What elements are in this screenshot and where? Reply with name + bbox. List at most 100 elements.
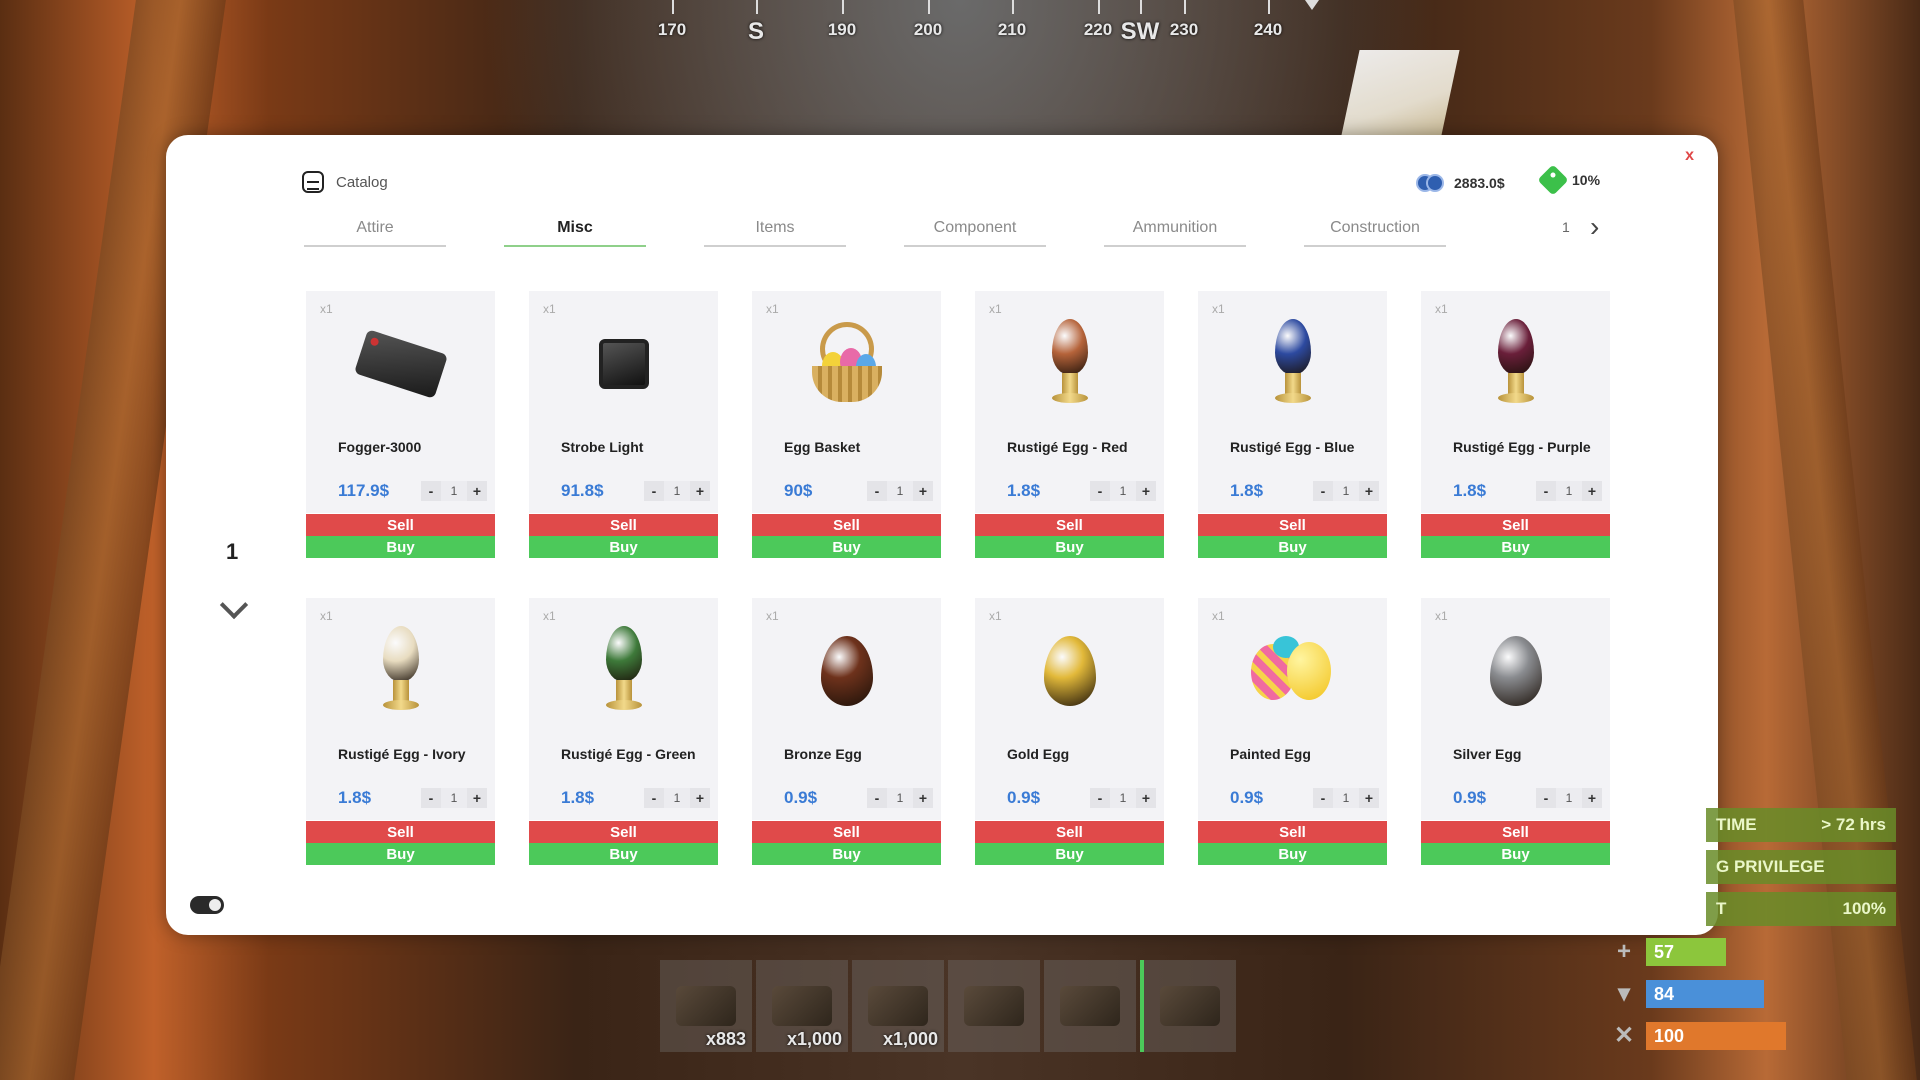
quantity-input[interactable]: 1 xyxy=(664,481,690,501)
quantity-input[interactable]: 1 xyxy=(887,788,913,808)
buy-button[interactable]: Buy xyxy=(1198,536,1387,558)
tab-items[interactable]: Items xyxy=(704,219,846,247)
quantity-input[interactable]: 1 xyxy=(1333,481,1359,501)
compass-tick xyxy=(1140,0,1142,14)
item-name: Rustigé Egg - Red xyxy=(1007,439,1128,455)
balance-display: 2883.0$ xyxy=(1416,173,1505,193)
increment-button[interactable]: + xyxy=(1582,788,1602,808)
buy-button[interactable]: Buy xyxy=(529,843,718,865)
item-quantity: x1 xyxy=(320,302,333,316)
hotbar-slot[interactable]: x1,000 xyxy=(756,960,848,1052)
increment-button[interactable]: + xyxy=(1136,481,1156,501)
increment-button[interactable]: + xyxy=(913,788,933,808)
buy-button[interactable]: Buy xyxy=(306,843,495,865)
tab-ammunition[interactable]: Ammunition xyxy=(1104,219,1246,247)
quantity-input[interactable]: 1 xyxy=(1556,788,1582,808)
sell-button[interactable]: Sell xyxy=(306,821,495,843)
quantity-input[interactable]: 1 xyxy=(441,788,467,808)
decrement-button[interactable]: - xyxy=(1090,788,1110,808)
quantity-input[interactable]: 1 xyxy=(1333,788,1359,808)
decrement-button[interactable]: - xyxy=(421,788,441,808)
decrement-button[interactable]: - xyxy=(421,481,441,501)
item-card-body: x1 Rustigé Egg - Green 1.8$ -1 + xyxy=(529,598,718,820)
item-icon xyxy=(1160,986,1220,1026)
decrement-button[interactable]: - xyxy=(1536,788,1556,808)
hud-status-row: TIME > 72 hrs xyxy=(1706,808,1896,842)
sell-button[interactable]: Sell xyxy=(529,821,718,843)
buy-button[interactable]: Buy xyxy=(306,536,495,558)
decrement-button[interactable]: - xyxy=(644,481,664,501)
buy-button[interactable]: Buy xyxy=(752,536,941,558)
egg-icon xyxy=(1489,636,1542,706)
chevron-right-icon[interactable]: › xyxy=(1590,213,1599,241)
buy-button[interactable]: Buy xyxy=(975,536,1164,558)
increment-button[interactable]: + xyxy=(690,788,710,808)
item-image xyxy=(353,319,448,409)
buy-button[interactable]: Buy xyxy=(752,843,941,865)
decrement-button[interactable]: - xyxy=(1313,788,1333,808)
hotbar-slot[interactable] xyxy=(1044,960,1136,1052)
sell-button[interactable]: Sell xyxy=(752,821,941,843)
sell-button[interactable]: Sell xyxy=(1198,514,1387,536)
increment-button[interactable]: + xyxy=(467,481,487,501)
tab-construction[interactable]: Construction xyxy=(1304,219,1446,247)
decrement-button[interactable]: - xyxy=(1313,481,1333,501)
quantity-input[interactable]: 1 xyxy=(887,481,913,501)
quantity-stepper: -1 + xyxy=(1090,788,1156,808)
item-quantity: x1 xyxy=(766,609,779,623)
increment-button[interactable]: + xyxy=(1136,788,1156,808)
increment-button[interactable]: + xyxy=(1582,481,1602,501)
quantity-input[interactable]: 1 xyxy=(1110,788,1136,808)
item-price: 1.8$ xyxy=(561,788,595,807)
toggle-switch[interactable] xyxy=(190,896,224,914)
quantity-input[interactable]: 1 xyxy=(1110,481,1136,501)
egg-icon xyxy=(820,636,873,706)
quantity-input[interactable]: 1 xyxy=(441,481,467,501)
item-quantity: x1 xyxy=(1435,302,1448,316)
sell-button[interactable]: Sell xyxy=(1421,514,1610,536)
tab-component[interactable]: Component xyxy=(904,219,1046,247)
compass-label: SW xyxy=(1120,18,1160,45)
item-icon xyxy=(676,986,736,1026)
hotbar-slot[interactable]: x1,000 xyxy=(852,960,944,1052)
hotbar-slot[interactable]: x883 xyxy=(660,960,752,1052)
buy-button[interactable]: Buy xyxy=(975,843,1164,865)
increment-button[interactable]: + xyxy=(690,481,710,501)
decrement-button[interactable]: - xyxy=(867,481,887,501)
quantity-stepper: -1 + xyxy=(644,788,710,808)
close-button[interactable]: x xyxy=(1685,147,1694,165)
increment-button[interactable]: + xyxy=(467,788,487,808)
buy-button[interactable]: Buy xyxy=(1198,843,1387,865)
hotbar-slot[interactable] xyxy=(948,960,1040,1052)
buy-button[interactable]: Buy xyxy=(1421,843,1610,865)
compass-tick xyxy=(928,0,930,14)
buy-button[interactable]: Buy xyxy=(1421,536,1610,558)
sell-button[interactable]: Sell xyxy=(752,514,941,536)
sell-button[interactable]: Sell xyxy=(529,514,718,536)
buy-button[interactable]: Buy xyxy=(529,536,718,558)
increment-button[interactable]: + xyxy=(1359,788,1379,808)
hotbar-slot[interactable] xyxy=(1140,960,1236,1052)
sell-button[interactable]: Sell xyxy=(1198,821,1387,843)
decrement-button[interactable]: - xyxy=(1536,481,1556,501)
decrement-button[interactable]: - xyxy=(867,788,887,808)
quantity-input[interactable]: 1 xyxy=(1556,481,1582,501)
decrement-button[interactable]: - xyxy=(644,788,664,808)
ornamental-egg-icon xyxy=(1486,319,1546,409)
sell-button[interactable]: Sell xyxy=(975,514,1164,536)
quantity-stepper: -1 + xyxy=(421,481,487,501)
chevron-down-icon[interactable] xyxy=(214,595,254,619)
tab-misc[interactable]: Misc xyxy=(504,219,646,247)
tab-attire[interactable]: Attire xyxy=(304,219,446,247)
item-card: x1 Strobe Light 91.8$ -1 + Sell Buy xyxy=(529,291,718,558)
quantity-input[interactable]: 1 xyxy=(664,788,690,808)
item-card: x1 Bronze Egg 0.9$ -1 + Sell Buy xyxy=(752,598,941,865)
compass-tick xyxy=(672,0,674,14)
item-image xyxy=(802,319,892,409)
increment-button[interactable]: + xyxy=(913,481,933,501)
decrement-button[interactable]: - xyxy=(1090,481,1110,501)
sell-button[interactable]: Sell xyxy=(975,821,1164,843)
increment-button[interactable]: + xyxy=(1359,481,1379,501)
sell-button[interactable]: Sell xyxy=(1421,821,1610,843)
sell-button[interactable]: Sell xyxy=(306,514,495,536)
